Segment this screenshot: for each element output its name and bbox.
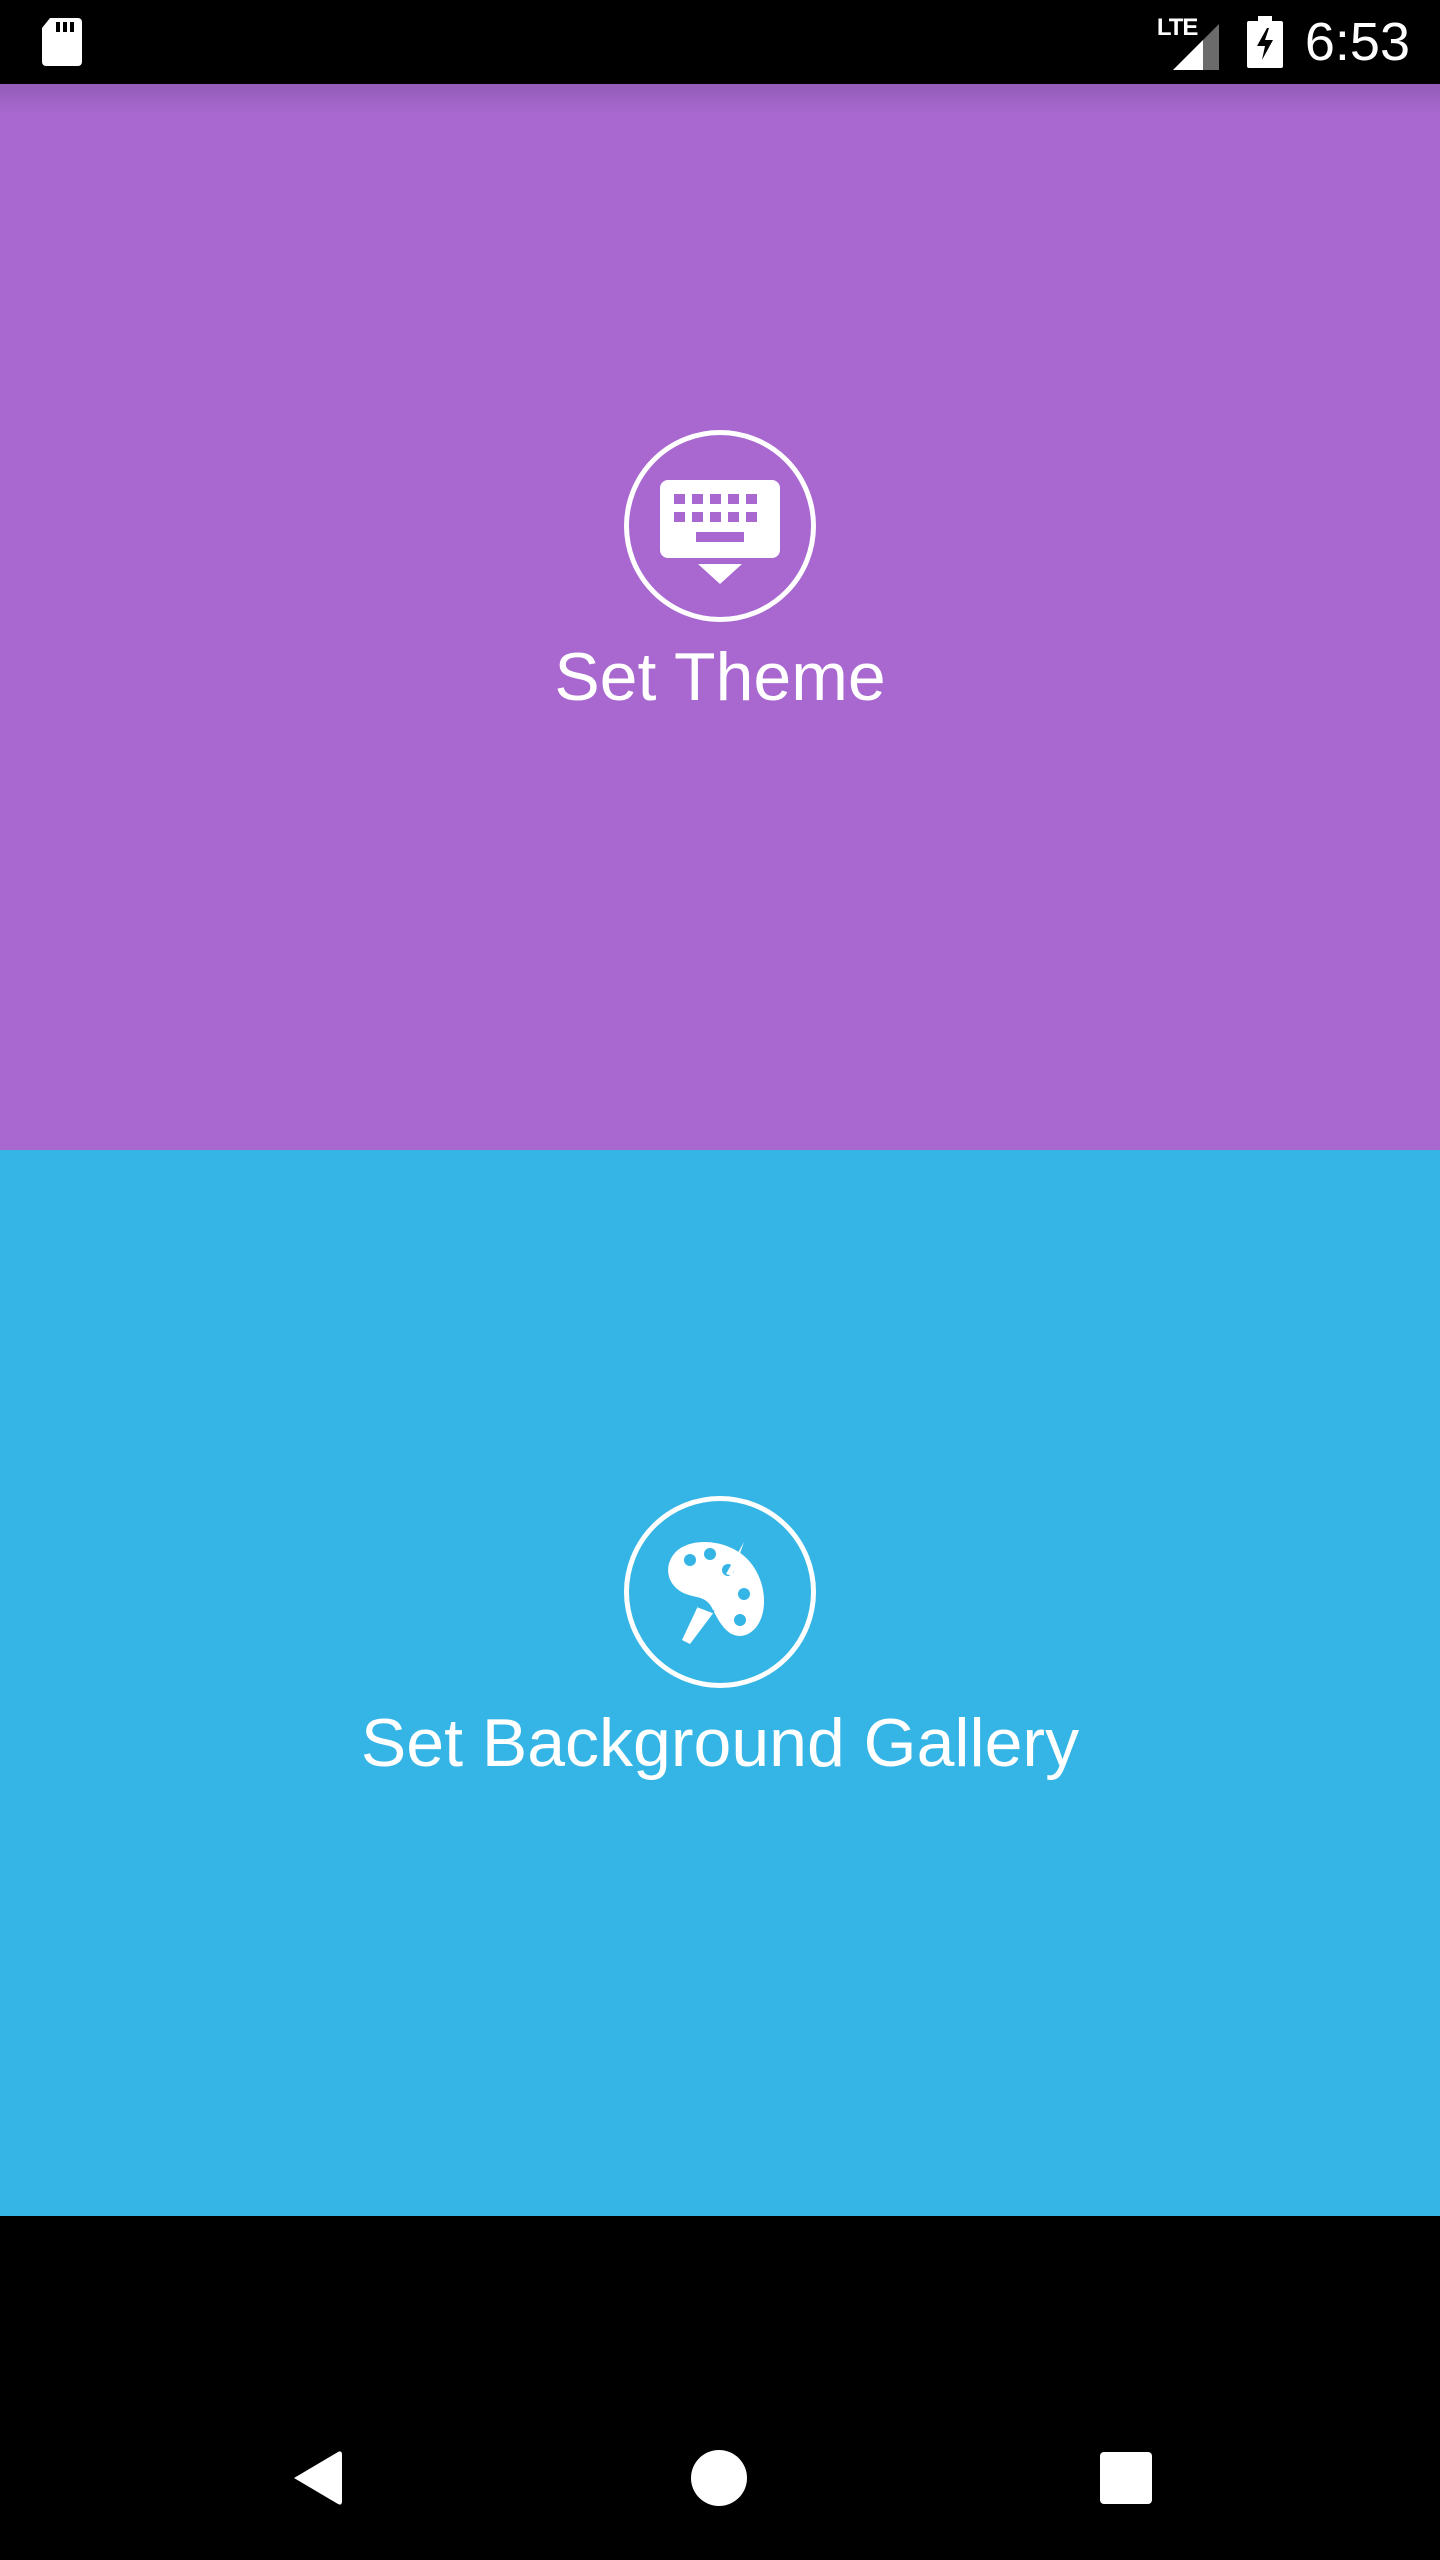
keyboard-icon <box>660 480 780 584</box>
set-background-gallery-icon-circle <box>624 1496 816 1688</box>
back-button[interactable] <box>278 2440 354 2516</box>
screen: LTE 6:53 Set Theme Set Background Galler… <box>0 0 1440 2560</box>
sd-card-icon <box>42 18 82 66</box>
home-button[interactable] <box>681 2440 757 2516</box>
set-background-gallery-label: Set Background Gallery <box>360 1705 1080 1781</box>
set-background-gallery-panel[interactable]: Set Background Gallery <box>0 1150 1440 2216</box>
lte-signal-icon: LTE <box>1157 14 1219 70</box>
back-icon <box>294 2451 342 2505</box>
set-theme-panel[interactable]: Set Theme <box>0 84 1440 1150</box>
palette-icon <box>668 1542 765 1644</box>
clock: 6:53 <box>1304 12 1410 72</box>
battery-charging-icon <box>1246 16 1283 68</box>
set-theme-label: Set Theme <box>554 639 886 715</box>
status-icons: LTE 6:53 <box>1157 0 1410 84</box>
recents-button[interactable] <box>1088 2440 1164 2516</box>
network-type-label: LTE <box>1156 14 1199 41</box>
set-theme-icon-circle <box>624 430 816 622</box>
home-icon <box>691 2450 747 2506</box>
status-bar: LTE 6:53 <box>0 0 1440 84</box>
recents-icon <box>1100 2452 1152 2504</box>
